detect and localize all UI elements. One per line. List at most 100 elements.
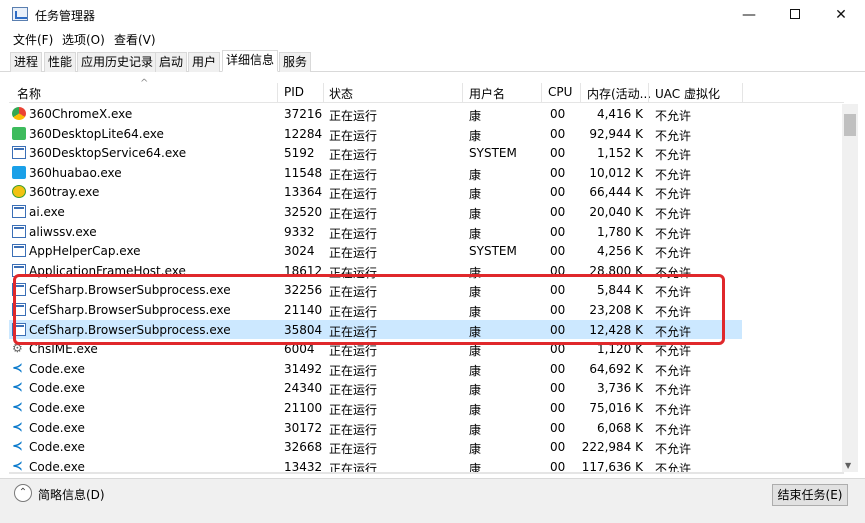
exe-icon [12,205,26,218]
tab-app-history[interactable]: 应用历史记录 [77,52,158,72]
column-divider[interactable] [648,83,649,102]
process-name: CefSharp.BrowserSubprocess.exe [29,322,231,337]
collapse-icon[interactable]: ⌃ [14,484,32,502]
process-cpu: 00 [550,420,566,435]
menu-view[interactable]: 查看(V) [114,31,156,48]
end-task-button[interactable]: 结束任务(E) [772,484,848,506]
process-pid: 3024 [284,244,315,259]
table-row[interactable]: CefSharp.BrowserSubprocess.exe 32256 正在运行 康… [9,280,742,300]
column-memory[interactable]: 内存(活动... [587,85,651,102]
process-memory: 20,040 K [589,205,643,219]
column-cpu[interactable]: CPU [548,85,572,99]
process-name: 360DesktopService64.exe [29,146,187,161]
table-row[interactable]: ≺ Code.exe 30172 正在运行 康 00 6,068 K 不允许 [9,418,742,438]
process-cpu: 00 [550,224,566,239]
process-cpu: 00 [550,381,566,396]
column-divider[interactable] [541,83,542,102]
process-memory: 1,120 K [596,342,643,357]
table-row[interactable]: 360tray.exe 13364 正在运行 康 00 66,444 K 不允许 [9,182,742,202]
process-cpu: 00 [550,401,566,415]
process-name: Code.exe [29,361,85,376]
process-status: 正在运行 [329,167,378,182]
task-manager-icon [12,7,28,21]
process-pid: 24340 [284,381,323,396]
table-row[interactable]: ≺ Code.exe 32668 正在运行 康 00 222,984 K 不允许 [9,437,742,457]
green-square-icon [12,126,26,140]
process-user: 康 [469,344,482,359]
tab-services[interactable]: 服务 [279,52,312,72]
process-cpu: 00 [550,107,566,121]
table-row[interactable]: ≺ Code.exe 24340 正在运行 康 00 3,736 K 不允许 [9,378,742,398]
table-row[interactable]: 360huabao.exe 11548 正在运行 康 00 10,012 K 不允许 [9,163,742,183]
table-row[interactable]: ≺ Code.exe 31492 正在运行 康 00 64,692 K 不允许 [9,359,742,379]
menu-bar: 文件(F) 选项(O) 查看(V) [0,29,865,49]
blue-square-icon [12,165,26,179]
horizontal-scrollbar[interactable] [9,472,844,474]
details-table: ^ 名称 PID 状态 用户名 CPU 内存(活动... UAC 虚拟化 360… [9,76,844,472]
close-button[interactable]: ✕ [818,0,864,30]
process-name: 360ChromeX.exe [29,107,133,121]
process-uac: 不允许 [655,363,692,378]
column-divider[interactable] [277,83,278,102]
process-memory: 23,208 K [589,303,643,317]
process-status: 正在运行 [329,324,378,339]
column-name[interactable]: 名称 [17,85,41,102]
process-user: SYSTEM [469,244,517,259]
fewer-details-link[interactable]: 简略信息(D) [38,486,105,503]
column-divider[interactable] [742,83,743,102]
maximize-button[interactable] [772,0,818,30]
scrollbar-thumb[interactable] [844,114,856,136]
process-user: 康 [469,363,482,378]
table-row[interactable]: ≺ Code.exe 21100 正在运行 康 00 75,016 K 不允许 [9,398,742,418]
column-pid[interactable]: PID [284,85,304,99]
column-divider[interactable] [580,83,581,102]
process-memory: 10,012 K [589,165,643,180]
process-uac: 不允许 [655,207,692,221]
process-memory: 66,444 K [589,185,643,200]
process-uac: 不允许 [655,461,692,472]
table-row[interactable]: aliwssv.exe 9332 正在运行 康 00 1,780 K 不允许 [9,222,742,242]
column-status[interactable]: 状态 [329,85,353,102]
table-row[interactable]: ⚙ ChsIME.exe 6004 正在运行 康 00 1,120 K 不允许 [9,339,742,359]
table-row[interactable]: ApplicationFrameHost.exe 18612 正在运行 康 00 28,8… [9,261,742,281]
process-pid: 30172 [284,420,323,435]
gear-icon: ⚙ [12,341,23,356]
table-row[interactable]: AppHelperCap.exe 3024 正在运行 SYSTEM 00 4,256 K 不… [9,241,742,261]
code-icon: ≺ [12,400,23,415]
process-user: 康 [469,285,482,300]
tab-processes[interactable]: 进程 [10,52,43,72]
tab-bar: 进程 性能 应用历史记录 启动 用户 详细信息 服务 [0,50,865,72]
process-name: Code.exe [29,381,85,396]
process-pid: 5192 [284,146,315,161]
table-row[interactable]: 360DesktopService64.exe 5192 正在运行 SYSTEM 00 1… [9,143,742,163]
column-user[interactable]: 用户名 [469,85,505,102]
scroll-down-icon[interactable]: ▼ [845,461,851,470]
table-row[interactable]: CefSharp.BrowserSubprocess.exe 35804 正在运行 康… [9,319,742,340]
tab-details[interactable]: 详细信息 [222,50,279,72]
process-uac: 不允许 [655,246,692,261]
process-user: 康 [469,422,482,437]
process-pid: 11548 [284,165,323,180]
process-status: 正在运行 [329,265,378,280]
menu-file[interactable]: 文件(F) [13,31,53,48]
table-row[interactable]: 360DesktopLite64.exe 12284 正在运行 康 00 92,944 K… [9,124,742,144]
column-divider[interactable] [323,83,324,102]
process-user: 康 [469,324,482,339]
table-row[interactable]: ai.exe 32520 正在运行 康 00 20,040 K 不允许 [9,202,742,222]
table-row[interactable]: 360ChromeX.exe 37216 正在运行 康 00 4,416 K 不允许 [9,104,742,124]
tab-users[interactable]: 用户 [188,52,221,72]
process-status: 正在运行 [329,128,378,143]
tab-performance[interactable]: 性能 [44,52,77,72]
column-uac[interactable]: UAC 虚拟化 [655,85,720,102]
process-uac: 不允许 [655,109,692,123]
menu-options[interactable]: 选项(O) [62,31,105,48]
table-row[interactable]: CefSharp.BrowserSubprocess.exe 21140 正在运行 康… [9,300,742,320]
minimize-button[interactable]: — [726,0,772,30]
table-row[interactable]: ≺ Code.exe 13432 正在运行 康 00 117,636 K 不允许 [9,457,742,472]
tab-startup[interactable]: 启动 [155,52,188,72]
process-name: Code.exe [29,440,85,455]
process-cpu: 00 [550,283,566,298]
code-icon: ≺ [12,360,23,376]
vertical-scrollbar[interactable]: ▼ [842,104,858,472]
column-divider[interactable] [462,83,463,102]
